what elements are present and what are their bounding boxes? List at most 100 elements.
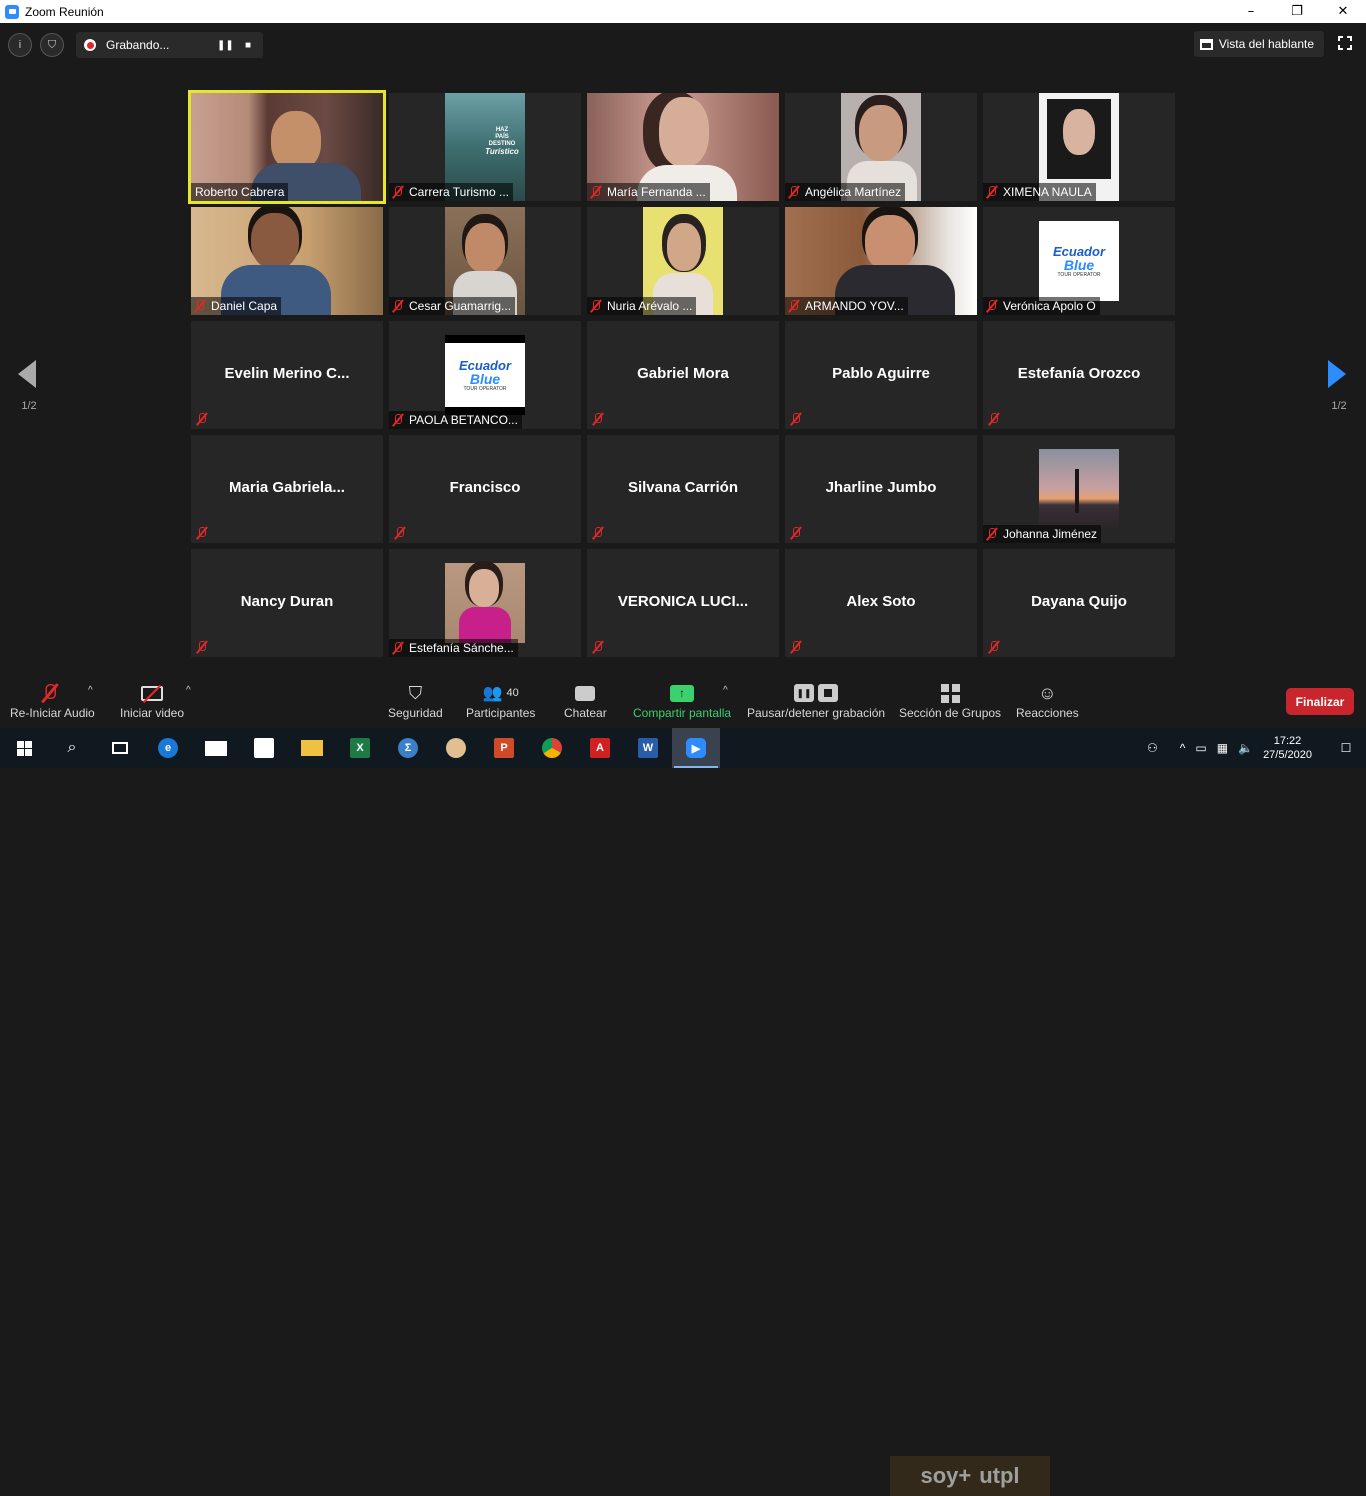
paint-icon[interactable]	[432, 728, 480, 768]
end-meeting-button[interactable]: Finalizar	[1286, 688, 1354, 715]
mic-muted-icon	[591, 526, 605, 540]
participant-tile[interactable]: Pablo Aguirre	[785, 321, 977, 429]
prev-page-button[interactable]: 1/2	[18, 360, 38, 412]
participant-tile[interactable]: María Fernanda ...	[587, 93, 779, 201]
mathtype-icon[interactable]: Σ	[384, 728, 432, 768]
pause-recording-icon[interactable]: ❚❚	[217, 40, 234, 51]
zoom-app-icon	[5, 4, 19, 19]
participant-tile[interactable]: Nuria Arévalo ...	[587, 207, 779, 315]
file-explorer-icon[interactable]	[288, 728, 336, 768]
video-options-caret-icon[interactable]: ^	[186, 685, 191, 696]
search-icon[interactable]: ⌕	[48, 728, 96, 768]
participant-tile[interactable]: VERONICA LUCI...	[587, 549, 779, 657]
participant-tile[interactable]: XIMENA NAULA	[983, 93, 1175, 201]
participant-name: Daniel Capa	[191, 297, 282, 315]
share-options-caret-icon[interactable]: ^	[723, 685, 728, 696]
participant-tile[interactable]: Johanna Jiménez	[983, 435, 1175, 543]
chat-button[interactable]: Chatear	[564, 680, 607, 720]
chat-icon	[575, 680, 596, 706]
maximize-button[interactable]: ❐	[1274, 0, 1320, 23]
clock[interactable]: 17:22 27/5/2020	[1253, 734, 1326, 762]
participant-tile[interactable]: Dayana Quijo	[983, 549, 1175, 657]
info-icon[interactable]: i	[8, 33, 32, 57]
windows-start-icon[interactable]	[0, 728, 48, 768]
participant-face	[859, 105, 903, 161]
fullscreen-icon[interactable]	[1337, 35, 1353, 51]
reactions-button[interactable]: ☺ Reacciones	[1016, 680, 1079, 721]
chevron-up-icon[interactable]: ^	[1180, 741, 1186, 755]
meeting-area: i ⛉ Grabando... ❚❚ ■ Vista del hablante …	[0, 23, 1366, 675]
network-icon[interactable]: ▦	[1217, 741, 1228, 755]
next-page-button[interactable]: 1/2	[1328, 360, 1348, 412]
mic-muted-icon	[391, 185, 405, 199]
participant-face	[1063, 109, 1095, 155]
participant-tile[interactable]: Daniel Capa	[191, 207, 383, 315]
chrome-icon[interactable]	[528, 728, 576, 768]
stop-recording-icon[interactable]: ■	[241, 40, 255, 51]
edge-icon[interactable]: e	[144, 728, 192, 768]
mic-muted-icon	[987, 640, 1001, 654]
window-title: Zoom Reunión	[25, 4, 104, 19]
pause-stop-recording-button[interactable]: ❚❚ Pausar/detener grabación	[747, 680, 885, 720]
mic-muted-icon	[391, 641, 405, 655]
participant-tile[interactable]: Angélica Martínez	[785, 93, 977, 201]
participant-face	[251, 213, 299, 269]
participant-name-large: VERONICA LUCI...	[617, 593, 749, 610]
participant-name: Carrera Turismo ...	[389, 183, 514, 201]
zoom-taskbar-icon[interactable]: ▶	[672, 728, 720, 768]
participant-tile[interactable]: Estefanía Sánche...	[389, 549, 581, 657]
speaker-view-button[interactable]: Vista del hablante	[1193, 31, 1324, 57]
minimize-button[interactable]: –	[1228, 0, 1274, 23]
participant-name: Angélica Martínez	[785, 183, 906, 201]
shield-icon[interactable]: ⛉	[40, 33, 64, 57]
participant-name-large: Maria Gabriela...	[229, 479, 345, 496]
participant-tile[interactable]: Silvana Carrión	[587, 435, 779, 543]
participant-tile[interactable]: Jharline Jumbo	[785, 435, 977, 543]
security-button[interactable]: ⛉ Seguridad	[388, 680, 443, 721]
participants-button[interactable]: 👥 40 Participantes	[466, 680, 535, 720]
participant-face	[865, 215, 915, 271]
mic-muted-icon	[195, 640, 209, 654]
participant-tile[interactable]: Evelin Merino C...	[191, 321, 383, 429]
video-button[interactable]: Iniciar video	[120, 680, 184, 720]
task-view-icon[interactable]	[96, 728, 144, 768]
participant-name-large: Jharline Jumbo	[825, 479, 937, 496]
participant-tile[interactable]: HAZ PAÍS DESTINO Turístico Carrera Turismo …	[389, 93, 581, 201]
sunset-photo	[1039, 449, 1119, 529]
powerpoint-icon[interactable]: P	[480, 728, 528, 768]
notifications-icon[interactable]: ☐	[1326, 741, 1366, 755]
participant-tile[interactable]: Cesar Guamarrig...	[389, 207, 581, 315]
participant-tile[interactable]: Maria Gabriela...	[191, 435, 383, 543]
excel-icon[interactable]: X	[336, 728, 384, 768]
share-screen-button[interactable]: ↑ Compartir pantalla	[633, 680, 731, 720]
mic-muted-icon	[589, 185, 603, 199]
mail-icon[interactable]	[192, 728, 240, 768]
emoji-icon: ☺	[1038, 682, 1057, 703]
participant-tile[interactable]: Ecuador Blue TOUR OPERATOR Verónica Apol…	[983, 207, 1175, 315]
participant-shirt	[459, 607, 511, 643]
photo-silhouette	[1075, 469, 1079, 513]
participant-tile[interactable]: ARMANDO YOV...	[785, 207, 977, 315]
participant-name: ARMANDO YOV...	[785, 297, 908, 315]
video-off-icon	[141, 680, 164, 706]
participant-tile[interactable]: Nancy Duran	[191, 549, 383, 657]
store-icon[interactable]	[240, 728, 288, 768]
participant-name: Johanna Jiménez	[983, 525, 1102, 543]
participant-name: PAOLA BETANCO...	[389, 411, 522, 429]
participant-tile[interactable]: Estefanía Orozco	[983, 321, 1175, 429]
word-icon[interactable]: W	[624, 728, 672, 768]
participant-tile[interactable]: Gabriel Mora	[587, 321, 779, 429]
mic-muted-icon	[789, 526, 803, 540]
participant-tile[interactable]: Ecuador Blue TOUR OPERATOR PAOLA BETANCO…	[389, 321, 581, 429]
audio-button[interactable]: Re-Iniciar Audio	[10, 680, 95, 720]
participant-tile[interactable]: Roberto Cabrera	[188, 90, 386, 204]
participant-tile[interactable]: Francisco	[389, 435, 581, 543]
people-icon[interactable]: ⚇	[1147, 741, 1158, 755]
acrobat-icon[interactable]: A	[576, 728, 624, 768]
volume-icon[interactable]: 🔈	[1238, 741, 1253, 755]
audio-options-caret-icon[interactable]: ^	[88, 685, 93, 696]
close-button[interactable]: ✕	[1320, 0, 1366, 23]
participant-tile[interactable]: Alex Soto	[785, 549, 977, 657]
battery-icon[interactable]: ▭	[1195, 741, 1206, 755]
breakout-rooms-button[interactable]: Sección de Grupos	[899, 680, 1001, 720]
